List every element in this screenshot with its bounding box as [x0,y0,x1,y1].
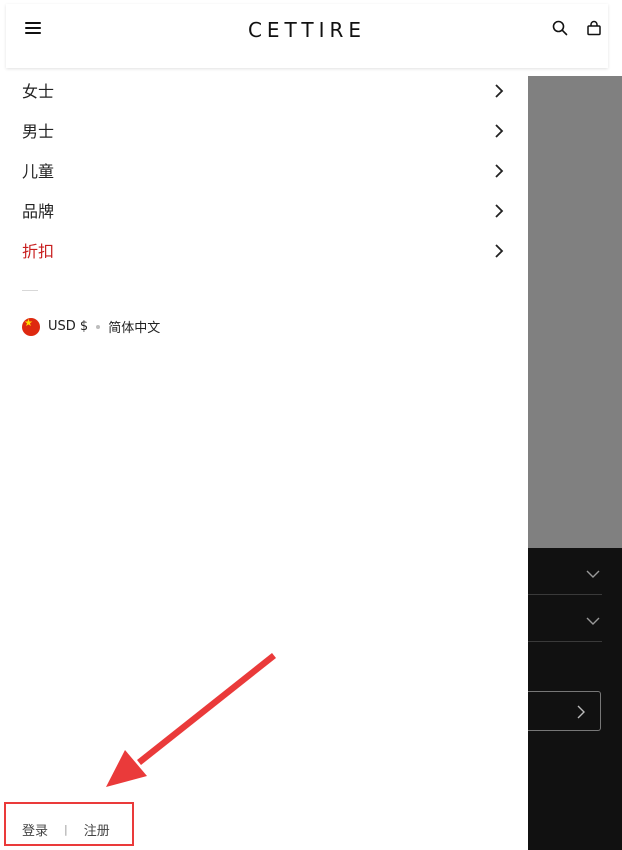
background-accordion-row [528,548,602,595]
chevron-right-icon [494,163,504,182]
chevron-right-icon [494,243,504,262]
page: CETTIRE 女士 男士 儿童 品牌 折扣 ★ USD $ 简体中文 登录 |… [0,0,622,850]
annotation-highlight-box [4,802,134,846]
chevron-right-icon [494,123,504,142]
chevron-right-icon [576,704,586,723]
currency-label: USD $ [48,319,89,334]
nav-item-sale[interactable]: 折扣 [22,230,506,270]
header-actions [550,18,604,38]
brand-logo[interactable]: CETTIRE [6,18,608,42]
background-strip [528,68,622,76]
nav-item-label: 折扣 [22,242,55,261]
top-header: CETTIRE [6,4,608,68]
nav-item-women[interactable]: 女士 [22,70,506,110]
nav-item-label: 男士 [22,122,55,141]
divider [22,290,38,291]
chevron-right-icon [494,203,504,222]
shopping-bag-icon[interactable] [584,18,604,38]
locale-selector[interactable]: ★ USD $ 简体中文 [22,317,160,336]
navigation-drawer: 女士 男士 儿童 品牌 折扣 ★ USD $ 简体中文 登录 | 注册 [6,68,528,850]
nav-item-label: 女士 [22,82,55,101]
chevron-down-icon [586,611,600,630]
background-submit-button [526,691,601,731]
nav-item-kids[interactable]: 儿童 [22,150,506,190]
background-accordion-row [528,595,602,642]
language-label: 简体中文 [108,321,161,336]
background-page [526,68,622,850]
china-flag-icon: ★ [22,317,40,336]
nav-item-label: 品牌 [22,202,55,221]
separator-dot [96,324,101,329]
nav-item-brands[interactable]: 品牌 [22,190,506,230]
chevron-down-icon [586,564,600,583]
nav-item-men[interactable]: 男士 [22,110,506,150]
chevron-right-icon [494,83,504,102]
search-icon[interactable] [550,18,570,38]
background-hero-image [528,76,622,548]
nav-item-label: 儿童 [22,162,55,181]
nav-list: 女士 男士 儿童 品牌 折扣 [22,70,506,270]
